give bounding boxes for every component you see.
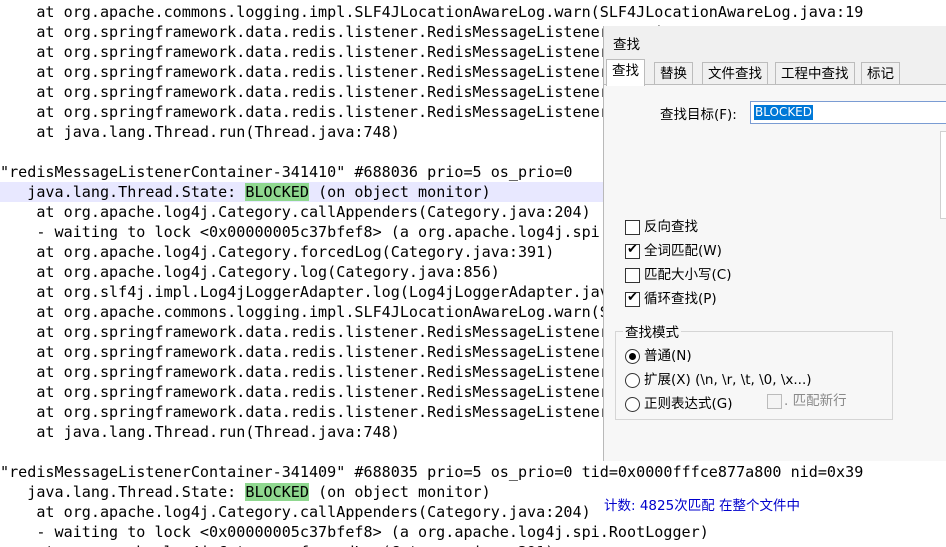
radio-circle xyxy=(625,397,640,412)
dialog-title: 查找 xyxy=(613,37,640,53)
tab-find-in-project[interactable]: 工程中查找 xyxy=(775,62,855,85)
tab-find-in-files[interactable]: 文件查找 xyxy=(702,62,768,85)
code-line: at org.apache.log4j.Category.callAppende… xyxy=(0,503,591,521)
side-box xyxy=(940,131,946,219)
check-icon: ✔ xyxy=(627,242,638,257)
status-message: 计数: 4825次匹配 在整个文件中 xyxy=(604,498,800,514)
code-line: at org.apache.log4j.Category.forcedLog(C… xyxy=(0,542,946,547)
find-target-label: 查找目标(F): xyxy=(660,107,737,123)
code-line-thread-state: java.lang.Thread.State: BLOCKED (on obje… xyxy=(0,482,946,502)
code-text: (on object monitor) xyxy=(308,483,491,501)
radio-dot-icon xyxy=(629,353,636,360)
radio-circle xyxy=(625,349,640,364)
checkbox-label: 全词匹配(W) xyxy=(644,243,722,259)
checkbox-box: ✔ xyxy=(625,242,640,259)
search-match-highlight: BLOCKED xyxy=(245,483,309,501)
search-mode-label: 查找模式 xyxy=(623,321,681,341)
code-text: (on object monitor) xyxy=(308,183,491,201)
code-line: at org.apache.commons.logging.impl.SLF4J… xyxy=(0,3,864,21)
checkbox-box xyxy=(625,220,640,235)
checkbox-label: 反向查找 xyxy=(644,219,698,235)
checkbox-box xyxy=(767,394,782,409)
checkbox-box: ✔ xyxy=(625,290,640,307)
code-text: java.lang.Thread.State: xyxy=(0,183,246,201)
search-match-highlight: BLOCKED xyxy=(245,183,309,201)
radio-label: 正则表达式(G) xyxy=(644,396,733,412)
tab-find[interactable]: 查找 xyxy=(606,59,645,86)
radio-label: 扩展(X) (\n, \r, \t, \0, \x...) xyxy=(644,372,812,388)
find-panel: 查找目标(F): BLOCKED 反向查找 ✔ 全词匹配(W) 匹配大小写(C)… xyxy=(604,84,946,514)
checkbox-box xyxy=(625,268,640,283)
checkbox-label: 匹配大小写(C) xyxy=(644,267,732,283)
check-icon: ✔ xyxy=(627,290,638,305)
radio-circle xyxy=(625,373,640,388)
code-text: java.lang.Thread.State: xyxy=(0,483,246,501)
find-target-input[interactable]: BLOCKED xyxy=(750,101,946,124)
tab-mark[interactable]: 标记 xyxy=(861,62,900,85)
find-dialog: 查找 查找 替换 文件查找 工程中查找 标记 查找目标(F): BLOCKED … xyxy=(603,26,946,514)
checkbox-label: . 匹配新行 xyxy=(784,393,847,409)
radio-label: 普通(N) xyxy=(644,348,692,364)
find-target-value: BLOCKED xyxy=(754,105,814,120)
checkbox-label: 循环查找(P) xyxy=(644,291,717,307)
tab-replace[interactable]: 替换 xyxy=(654,62,693,85)
code-line: - waiting to lock <0x00000005c37bfef8> (… xyxy=(0,523,709,541)
code-line: "redisMessageListenerContainer-341409" #… xyxy=(0,463,864,481)
